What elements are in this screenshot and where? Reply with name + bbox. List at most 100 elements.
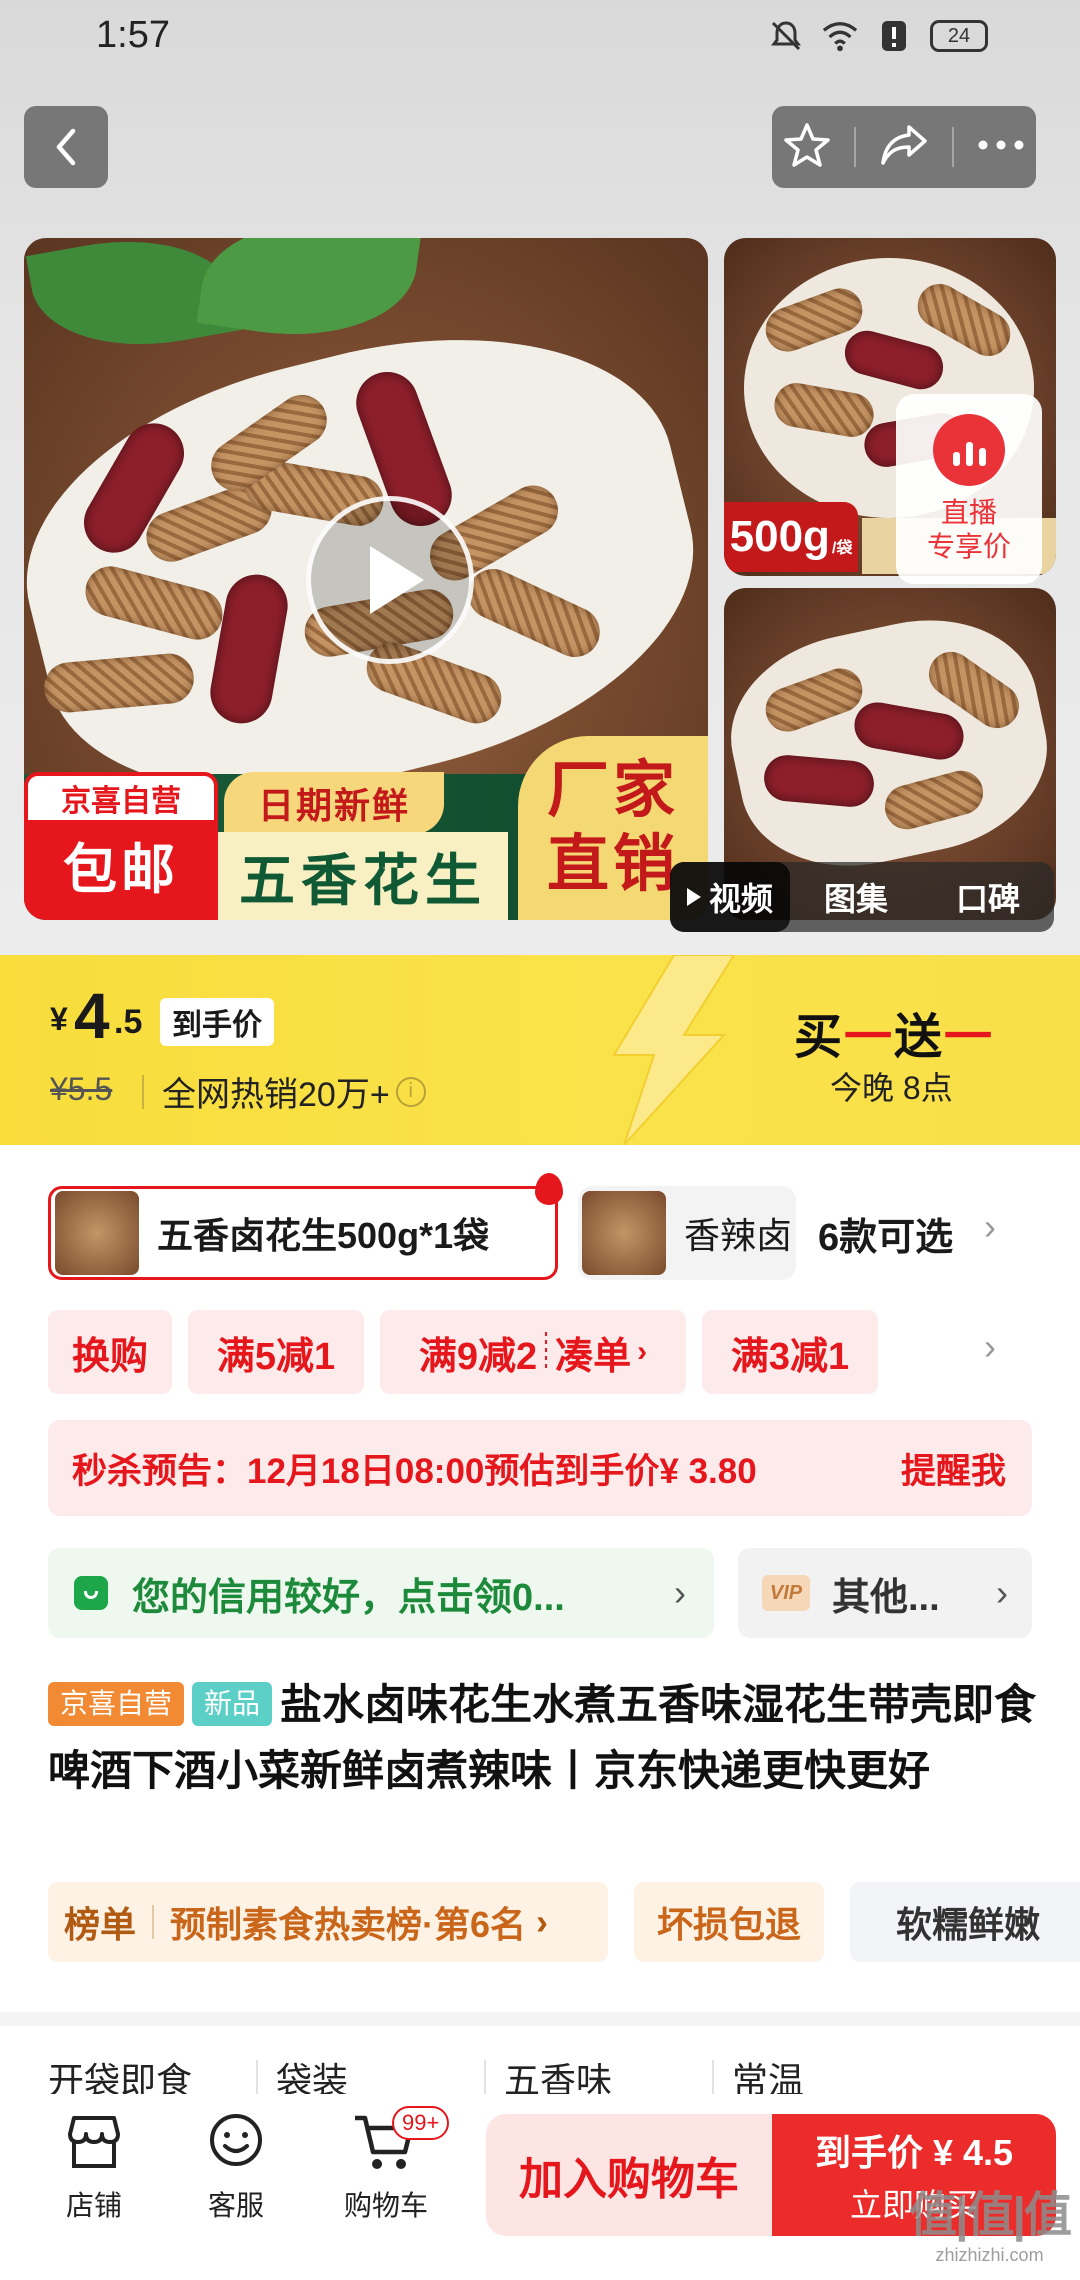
vip-icon: VIP	[762, 1575, 810, 1611]
alert-icon	[876, 18, 912, 54]
weight-value: 500g	[729, 512, 830, 561]
promo-title: 买一送一	[794, 997, 994, 1067]
promo-tags: 换购 满5减1 满9减2 凑单 › 满3减1 ›	[48, 1310, 1008, 1394]
lightning-icon	[612, 955, 734, 1145]
cart-button[interactable]: 99+ 购物车	[326, 2106, 450, 2224]
chevron-right-icon[interactable]: ›	[984, 1206, 996, 1248]
currency-symbol: ¥	[50, 1001, 68, 1037]
banner-product-name: 五香花生	[218, 832, 508, 920]
top-actions	[772, 106, 1036, 188]
tab-video[interactable]: 视频	[670, 862, 790, 932]
feature-tag[interactable]: 软糯鲜嫩	[850, 1882, 1080, 1962]
live-label-line1: 直播	[940, 497, 997, 528]
service-label: 客服	[207, 2190, 264, 2221]
mute-icon	[768, 18, 804, 54]
promo-text: 送	[894, 1011, 945, 1064]
media-tabs: 视频 图集 口碑	[670, 862, 1054, 932]
seckill-preview: 秒杀预告：12月18日08:00预估到手价¥ 3.80 提醒我	[48, 1420, 1032, 1516]
promo-tag-3[interactable]: 满3减1	[702, 1310, 878, 1394]
jx-self-operated-badge: 京喜自营 包邮	[24, 772, 218, 920]
section-divider	[0, 2012, 1080, 2026]
tab-video-label: 视频	[708, 881, 773, 917]
live-label-line2: 专享价	[926, 531, 1011, 562]
weight-tag: 500g/袋	[724, 502, 858, 572]
price-integer: 4	[74, 980, 110, 1052]
tab-gallery[interactable]: 图集	[790, 874, 922, 920]
watermark-logo: 值|值|值	[909, 2189, 1072, 2242]
price-decimal: .5	[114, 1003, 143, 1041]
promo-tag-2-label: 满9减2	[418, 1335, 538, 1378]
sku-thumbnail	[582, 1191, 666, 1275]
sku-option[interactable]: 香辣卤	[578, 1186, 796, 1280]
chevron-right-icon[interactable]: ›	[984, 1326, 996, 1368]
store-icon	[68, 2116, 120, 2168]
ranking-text: 预制素食热卖榜·第6名	[170, 1904, 527, 1945]
share-button[interactable]	[879, 123, 929, 172]
chevron-right-icon: ›	[996, 1572, 1008, 1613]
price-banner[interactable]: ¥ 4 .5 到手价 ¥5.5 全网热销20万+ i 买一送一 今晚 8点	[0, 955, 1080, 1145]
fire-icon	[535, 1173, 563, 1205]
watermark: 值|值|值 zhizhizhi.com	[909, 2175, 1072, 2266]
promo-text: 买	[794, 1011, 845, 1064]
rank-row: 榜单 预制素食热卖榜·第6名 › 坏损包退 软糯鲜嫩	[48, 1882, 1080, 1962]
promo-time: 今晚 8点	[830, 1070, 953, 1106]
direct-sale-line1: 厂家	[546, 756, 679, 825]
main-product-image[interactable]: 京喜自营 包邮 日期新鲜 五香花生 厂家 直销	[24, 238, 708, 920]
ranking-tag[interactable]: 榜单 预制素食热卖榜·第6名 ›	[48, 1882, 608, 1962]
more-button[interactable]	[977, 138, 1025, 156]
credit-banner[interactable]: 您的信用较好，点击领0... ›	[48, 1548, 714, 1638]
customer-service-button[interactable]: 客服	[176, 2112, 296, 2224]
divider	[152, 1905, 155, 1939]
badge-bottom-text: 包邮	[63, 840, 179, 900]
favorite-button[interactable]	[783, 121, 831, 174]
leaf-decoration	[196, 238, 422, 353]
store-label: 店铺	[65, 2190, 122, 2221]
guarantee-tag[interactable]: 坏损包退	[634, 1882, 824, 1962]
star-icon	[784, 122, 831, 167]
vip-banner[interactable]: VIP 其他... ›	[738, 1548, 1032, 1638]
more-icon	[978, 140, 1024, 150]
add-to-cart-button[interactable]: 加入购物车	[486, 2114, 772, 2236]
sku-count[interactable]: 6款可选	[818, 1206, 953, 1261]
credit-text: 您的信用较好，点击领0...	[132, 1576, 565, 1619]
product-gallery: 1:57 24 京喜自营 包邮 日期新鲜 五香花生 厂家 直销 500g /袋 …	[0, 0, 1080, 955]
tab-reviews[interactable]: 口碑	[922, 874, 1054, 920]
live-label: 直播 专享价	[927, 496, 1011, 564]
divider	[951, 127, 954, 167]
share-icon	[881, 124, 927, 165]
badge-top-text: 京喜自营	[24, 772, 218, 824]
vip-text: 其他...	[832, 1576, 940, 1619]
promo-tag-2[interactable]: 满9减2 凑单 ›	[380, 1310, 686, 1394]
product-title: 京喜自营 新品 盐水卤味花生水煮五香味湿花生带壳即食啤酒下酒小菜新鲜卤煮辣味丨京东快…	[48, 1672, 1038, 1804]
remind-me-button[interactable]: 提醒我	[901, 1443, 1006, 1494]
store-button[interactable]: 店铺	[34, 2112, 154, 2224]
date-tag: 日期新鲜	[224, 772, 445, 834]
chevron-right-icon: ›	[536, 1901, 549, 1942]
divider	[142, 1075, 144, 1109]
weight-unit: /袋	[831, 540, 853, 557]
sku-thumbnail	[55, 1191, 139, 1275]
cart-count-badge: 99+	[392, 2106, 450, 2140]
back-button[interactable]	[24, 106, 108, 188]
info-icon: i	[395, 1076, 426, 1107]
status-bar: 1:57 24	[0, 0, 1080, 80]
original-price: ¥5.5	[50, 1071, 113, 1107]
buy-now-price: 到手价 ¥ 4.5	[814, 2132, 1014, 2173]
divider	[854, 127, 857, 167]
divider	[545, 1332, 548, 1372]
live-stream-button[interactable]: 直播 专享价	[896, 394, 1042, 584]
promo-tag-1[interactable]: 满5减1	[188, 1310, 364, 1394]
ranking-label: 榜单	[64, 1904, 137, 1945]
status-time: 1:57	[96, 14, 170, 56]
seckill-text: 秒杀预告：12月18日08:00预估到手价¥ 3.80	[72, 1451, 757, 1491]
chat-smile-icon	[210, 2114, 262, 2166]
live-icon	[933, 414, 1005, 486]
promo-tag-swap[interactable]: 换购	[48, 1310, 172, 1394]
hot-sale-text: 全网热销20万+	[162, 1076, 390, 1114]
hot-sale-info[interactable]: 全网热销20万+ i	[162, 1067, 426, 1116]
final-price-tag: 到手价	[160, 998, 274, 1046]
sku-option-selected[interactable]: 五香卤花生500g*1袋	[48, 1173, 563, 1280]
status-icons: 24	[768, 18, 988, 54]
bottom-action-bar: 店铺 客服 99+ 购物车 加入购物车 到手价 ¥ 4.5 立即购买 值|值|值…	[0, 2094, 1080, 2280]
play-video-button[interactable]	[306, 496, 474, 664]
